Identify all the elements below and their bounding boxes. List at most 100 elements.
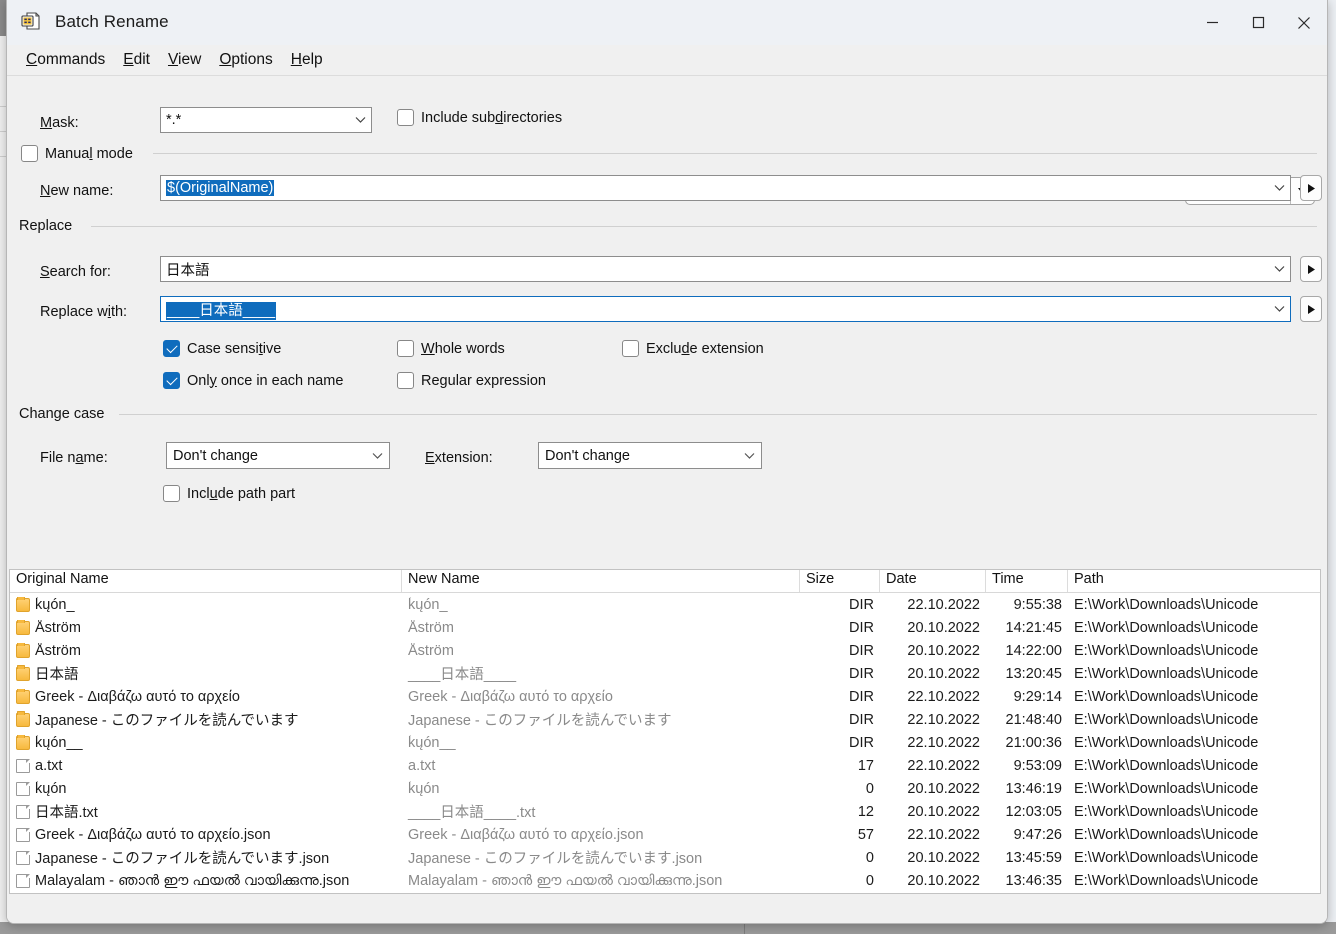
replace-with-combo[interactable]: ____日本語____ [160,296,1291,322]
new-name-value-wrap: $(OriginalName) [161,180,1268,196]
cell-new-name: Åström [402,643,800,659]
file-icon [16,782,30,796]
new-name-menu-button[interactable] [1300,175,1322,201]
search-for-menu-button[interactable] [1300,256,1322,282]
extension-case-select[interactable]: Don't change [538,442,762,469]
regular-expression-checkbox[interactable]: Regular expression [397,372,546,389]
chevron-down-icon [365,452,389,460]
menu-help[interactable]: Help [282,48,332,72]
column-header-size[interactable]: Size [800,570,880,592]
minimize-button[interactable] [1189,0,1235,45]
file-icon [16,828,30,842]
table-row[interactable]: ḱųónḱųón020.10.202213:46:19E:\Work\Downl… [10,777,1320,800]
cell-size: 0 [800,781,880,797]
cell-path: E:\Work\Downloads\Unicode [1068,643,1318,659]
menu-commands[interactable]: Commands [17,48,114,72]
only-once-checkbox[interactable]: Only once in each name [163,372,343,389]
cell-original-name: Greek - Διαβάζω αυτό το αρχείο.json [10,827,402,843]
column-header-time[interactable]: Time [986,570,1068,592]
cell-size: 0 [800,850,880,866]
table-row[interactable]: Greek - Διαβάζω αυτό το αρχείοGreek - Δι… [10,685,1320,708]
menu-options[interactable]: Options [210,48,281,72]
cell-time: 12:03:05 [986,804,1068,820]
original-name-text: Japanese - このファイルを読んでいます [35,709,299,730]
menu-edit[interactable]: Edit [114,48,159,72]
dialog-body: Mask: *.* Include subdirectories Rename … [7,76,1327,923]
file-name-case-select[interactable]: Don't change [166,442,390,469]
cell-original-name: Malayalam - ഞാൻ ഈ ഫയൽ വായിക്കുന്നു.json [10,873,402,889]
table-row[interactable]: Japanese - このファイルを読んでいますJapanese - このファイ… [10,708,1320,731]
mask-combo[interactable]: *.* [160,107,372,133]
table-row[interactable]: ḱųón__ḱųón__DIR22.10.202221:00:36E:\Work… [10,731,1320,754]
close-button[interactable] [1281,0,1327,45]
menu-view[interactable]: View [159,48,210,72]
table-row[interactable]: ḱųón_ḱųón_DIR22.10.20229:55:38E:\Work\Do… [10,593,1320,616]
manual-mode-checkbox[interactable]: Manual mode [21,145,133,162]
new-name-combo[interactable]: $(OriginalName) [160,175,1291,201]
table-row[interactable]: Malayalam - ഞാൻ ഈ ഫയൽ വായിക്കുന്നു.jsonM… [10,869,1320,892]
cell-original-name: ḱųón [10,781,402,797]
change-case-group-line [119,414,1317,415]
original-name-text: 日本語 [35,663,79,684]
table-row[interactable]: ÅströmÅströmDIR20.10.202214:21:45E:\Work… [10,616,1320,639]
folder-icon [16,736,30,750]
original-name-text: Greek - Διαβάζω αυτό το αρχείο.json [35,827,271,843]
manual-mode-group-line [153,153,1317,154]
column-header-new-name[interactable]: New Name [402,570,800,592]
cell-time: 9:47:26 [986,827,1068,843]
cell-size: DIR [800,735,880,751]
cell-new-name: Åström [402,620,800,636]
cell-size: 17 [800,758,880,774]
mask-label: Mask: [40,115,79,131]
cell-size: DIR [800,597,880,613]
replace-with-value: ____日本語____ [166,302,276,320]
folder-icon [16,644,30,658]
replace-with-menu-button[interactable] [1300,296,1322,322]
maximize-button[interactable] [1235,0,1281,45]
batch-rename-window: Batch Rename Commands Edit View Options … [6,0,1328,924]
cell-path: E:\Work\Downloads\Unicode [1068,873,1318,889]
table-row[interactable]: a.txta.txt1722.10.20229:53:09E:\Work\Dow… [10,754,1320,777]
column-header-path[interactable]: Path [1068,570,1318,592]
chevron-down-icon [1268,257,1290,281]
whole-words-checkbox[interactable]: Whole words [397,340,505,357]
cell-date: 22.10.2022 [880,689,986,705]
table-row[interactable]: Greek - Διαβάζω αυτό το αρχείο.jsonGreek… [10,823,1320,846]
cell-date: 22.10.2022 [880,712,986,728]
cell-size: DIR [800,620,880,636]
column-header-date[interactable]: Date [880,570,986,592]
folder-icon [16,690,30,704]
cell-size: 12 [800,804,880,820]
table-row[interactable]: ÅströmÅströmDIR20.10.202214:22:00E:\Work… [10,639,1320,662]
folder-icon [16,667,30,681]
new-name-label: New name: [40,183,113,199]
original-name-text: Japanese - このファイルを読んでいます.json [35,847,329,868]
exclude-extension-checkbox[interactable]: Exclude extension [622,340,764,357]
include-path-part-label: Include path part [187,486,295,502]
include-path-part-checkbox[interactable]: Include path part [163,485,295,502]
file-icon [16,759,30,773]
include-subdirectories-checkbox[interactable]: Include subdirectories [397,109,562,126]
case-sensitive-checkbox[interactable]: Case sensitive [163,340,281,357]
original-name-text: Åström [35,620,81,636]
cell-new-name: ḱųón_ [402,597,800,613]
whole-words-box [397,340,414,357]
cell-time: 9:55:38 [986,597,1068,613]
column-header-original-name[interactable]: Original Name [10,570,402,592]
cell-size: 0 [800,873,880,889]
preview-list[interactable]: Original Name New Name Size Date Time Pa… [9,569,1321,894]
cell-path: E:\Work\Downloads\Unicode [1068,689,1318,705]
menu-bar: Commands Edit View Options Help [7,45,1327,76]
cell-date: 20.10.2022 [880,620,986,636]
file-icon [16,851,30,865]
cell-new-name: ____日本語____ [402,663,800,684]
table-row[interactable]: Japanese - このファイルを読んでいます.jsonJapanese - … [10,846,1320,869]
table-row[interactable]: 日本語____日本語____DIR20.10.202213:20:45E:\Wo… [10,662,1320,685]
cell-path: E:\Work\Downloads\Unicode [1068,597,1318,613]
search-for-combo[interactable]: 日本語 [160,256,1291,282]
mask-value: *.* [161,112,349,128]
table-row[interactable]: 日本語.txt____日本語____.txt1220.10.202212:03:… [10,800,1320,823]
cell-time: 13:45:59 [986,850,1068,866]
replace-group-line [91,226,1317,227]
original-name-text: Malayalam - ഞാൻ ഈ ഫയൽ വായിക്കുന്നു.json [35,873,349,889]
